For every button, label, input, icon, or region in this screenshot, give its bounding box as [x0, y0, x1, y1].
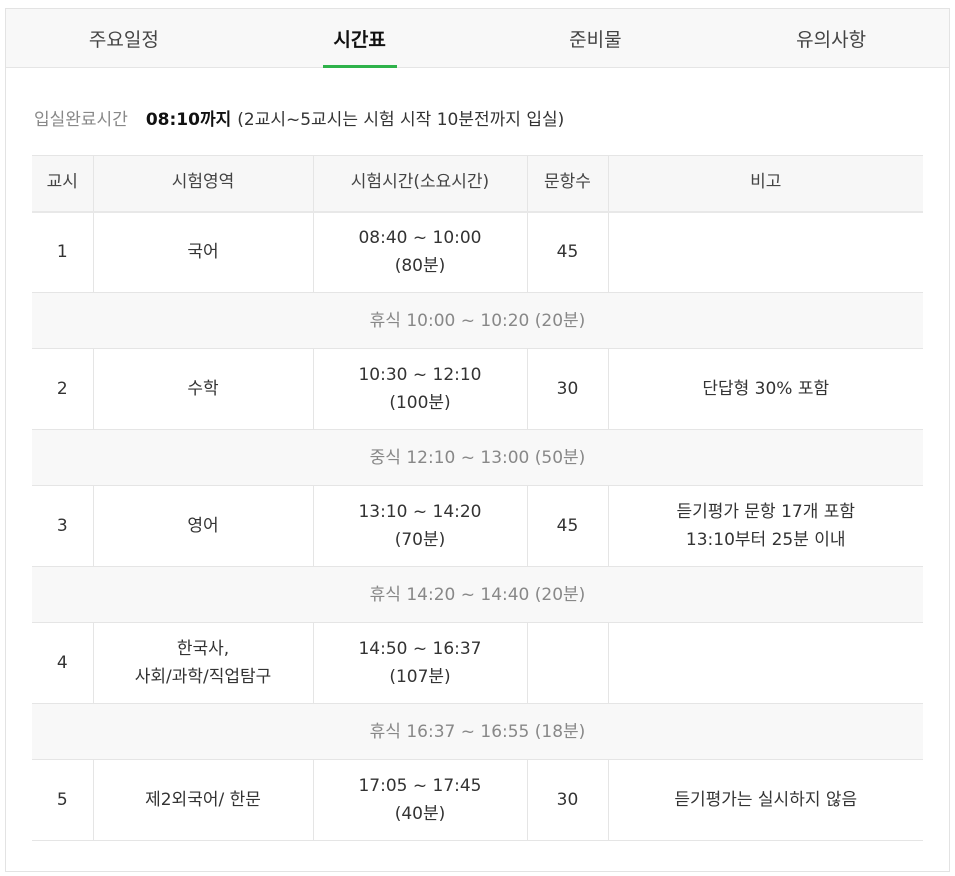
remarks: 듣기평가는 실시하지 않음 [607, 759, 923, 841]
table-row: 3 영어 13:10 ~ 14:20 (70분) 45 듣기평가 문항 17개 포… [32, 485, 923, 567]
entry-deadline-time: 08:10까지 [145, 109, 232, 130]
subject: 국어 [92, 211, 313, 293]
table-row: 1 국어 08:40 ~ 10:00 (80분) 45 [32, 211, 923, 293]
break-row: 휴식 10:00 ~ 10:20 (20분) [32, 292, 923, 349]
header-exam-time: 시험시간(소요시간) [312, 155, 527, 213]
question-count: 30 [526, 759, 608, 841]
header-subject: 시험영역 [92, 155, 313, 213]
remarks [607, 622, 923, 704]
break-info: 휴식 14:20 ~ 14:40 (20분) [32, 566, 923, 623]
period-number: 1 [32, 211, 93, 293]
header-question-count: 문항수 [526, 155, 608, 213]
question-count [526, 622, 608, 704]
remarks [607, 211, 923, 293]
period-number: 3 [32, 485, 93, 567]
question-count: 30 [526, 348, 608, 430]
tab-main-schedule[interactable]: 주요일정 [6, 9, 242, 67]
subject: 수학 [92, 348, 313, 430]
subject: 한국사, 사회/과학/직업탐구 [92, 622, 313, 704]
header-remarks: 비고 [607, 155, 923, 213]
exam-time: 17:05 ~ 17:45 (40분) [312, 759, 527, 841]
tab-supplies[interactable]: 준비물 [478, 9, 714, 67]
remarks: 듣기평가 문항 17개 포함 13:10부터 25분 이내 [607, 485, 923, 567]
exam-time: 08:40 ~ 10:00 (80분) [312, 211, 527, 293]
entry-deadline-label: 입실완료시간 [34, 109, 128, 130]
entry-deadline: 입실완료시간 08:10까지 (2교시~5교시는 시험 시작 10분전까지 입실… [34, 103, 564, 131]
break-row: 중식 12:10 ~ 13:00 (50분) [32, 429, 923, 486]
tab-timetable[interactable]: 시간표 [242, 9, 478, 68]
exam-time: 13:10 ~ 14:20 (70분) [312, 485, 527, 567]
break-info: 중식 12:10 ~ 13:00 (50분) [32, 429, 923, 486]
header-period: 교시 [32, 155, 93, 213]
exam-info-panel: 주요일정 시간표 준비물 유의사항 입실완료시간 08:10까지 (2교시~5교… [5, 8, 950, 872]
subject: 영어 [92, 485, 313, 567]
period-number: 4 [32, 622, 93, 704]
timetable: 교시 시험영역 시험시간(소요시간) 문항수 비고 1 국어 08:40 ~ 1… [32, 155, 923, 841]
tab-bar: 주요일정 시간표 준비물 유의사항 [6, 9, 949, 68]
table-row: 2 수학 10:30 ~ 12:10 (100분) 30 단답형 30% 포함 [32, 348, 923, 430]
question-count: 45 [526, 485, 608, 567]
break-info: 휴식 16:37 ~ 16:55 (18분) [32, 703, 923, 760]
entry-deadline-note: (2교시~5교시는 시험 시작 10분전까지 입실) [237, 109, 565, 130]
exam-time: 14:50 ~ 16:37 (107분) [312, 622, 527, 704]
break-info: 휴식 10:00 ~ 10:20 (20분) [32, 292, 923, 349]
period-number: 2 [32, 348, 93, 430]
subject: 제2외국어/ 한문 [92, 759, 313, 841]
period-number: 5 [32, 759, 93, 841]
break-row: 휴식 16:37 ~ 16:55 (18분) [32, 703, 923, 760]
question-count: 45 [526, 211, 608, 293]
remarks: 단답형 30% 포함 [607, 348, 923, 430]
break-row: 휴식 14:20 ~ 14:40 (20분) [32, 566, 923, 623]
table-row: 4 한국사, 사회/과학/직업탐구 14:50 ~ 16:37 (107분) [32, 622, 923, 704]
table-row: 5 제2외국어/ 한문 17:05 ~ 17:45 (40분) 30 듣기평가는 … [32, 759, 923, 841]
tab-precautions[interactable]: 유의사항 [713, 9, 949, 67]
exam-time: 10:30 ~ 12:10 (100분) [312, 348, 527, 430]
table-header-row: 교시 시험영역 시험시간(소요시간) 문항수 비고 [32, 155, 923, 213]
